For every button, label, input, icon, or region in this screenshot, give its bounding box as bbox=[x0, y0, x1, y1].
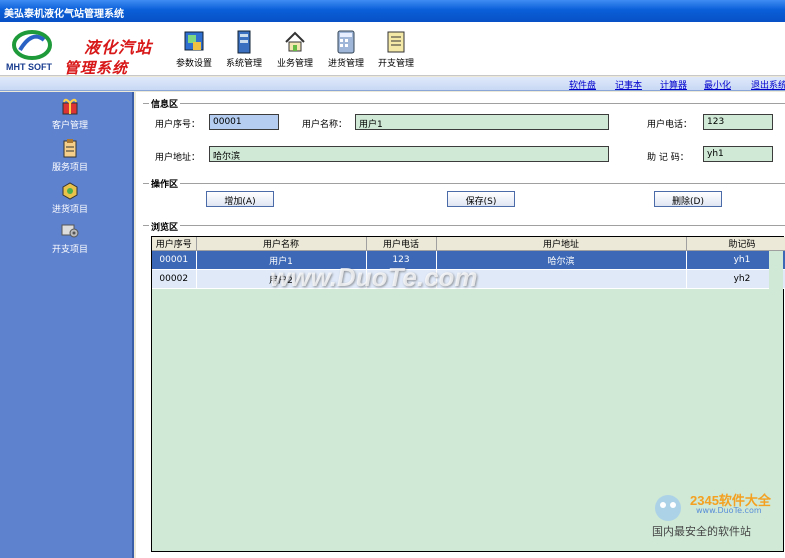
link-minimize[interactable]: 最小化 bbox=[704, 78, 731, 91]
brand-line-1: 液化汽站 bbox=[84, 38, 153, 57]
window-title: 美弘泰机液化气站管理系统 bbox=[4, 9, 124, 20]
watermark-badge-site: www.DuoTe.com bbox=[696, 506, 762, 515]
gear-icon bbox=[61, 224, 79, 238]
toolbar-purchase-management-button[interactable]: 进货管理 bbox=[322, 30, 370, 74]
sidebar-item-services[interactable]: 服务项目 bbox=[40, 138, 100, 173]
sidebar-item-expenses[interactable]: 开支项目 bbox=[40, 220, 100, 255]
mnemonic-code-label: 助 记 码： bbox=[647, 153, 689, 163]
main-panel: 信息区 用户序号： 00001 用户名称： 用户1 用户电话： 123 用户地址… bbox=[136, 92, 785, 558]
ops-group-divider bbox=[143, 183, 785, 184]
sidebar-item-label: 客户管理 bbox=[51, 121, 88, 131]
quick-links-bar: 软件盘 记事本 计算器 最小化 退出系统 bbox=[0, 77, 785, 91]
link-calculator[interactable]: 计算器 bbox=[660, 78, 687, 91]
system-icon bbox=[237, 30, 251, 54]
column-header-user-phone[interactable]: 用户电话 bbox=[366, 237, 437, 251]
sidebar-item-purchases[interactable]: 进货项目 bbox=[40, 180, 100, 215]
table-header-row: 用户序号 用户名称 用户电话 用户地址 助记码 bbox=[152, 237, 785, 251]
link-notepad[interactable]: 记事本 bbox=[615, 78, 642, 91]
user-phone-label: 用户电话： bbox=[647, 120, 693, 130]
toolbar-expense-management-button[interactable]: 开支管理 bbox=[372, 30, 420, 74]
toolbar-label: 参数设置 bbox=[175, 59, 212, 69]
toolbar-label: 进货管理 bbox=[327, 59, 364, 69]
app-header: MHT SOFT 液化汽站 管理系统 参数设置 系统管理 业务管理 进货管理 开… bbox=[0, 22, 785, 77]
link-exit[interactable]: 退出系统 bbox=[751, 78, 785, 91]
ledger-icon bbox=[387, 31, 405, 53]
column-header-mnemonic[interactable]: 助记码 bbox=[686, 237, 785, 251]
box-icon bbox=[62, 182, 78, 200]
toolbar-param-settings-button[interactable]: 参数设置 bbox=[170, 30, 218, 74]
window-titlebar: 美弘泰机液化气站管理系统 bbox=[0, 0, 785, 22]
watermark-text: www.DuoTe.com bbox=[270, 262, 478, 292]
toolbar-business-management-button[interactable]: 业务管理 bbox=[271, 30, 319, 74]
table-cell: 00002 bbox=[152, 269, 197, 289]
link-soft-keyboard[interactable]: 软件盘 bbox=[569, 78, 596, 91]
toolbar-label: 开支管理 bbox=[377, 59, 414, 69]
user-id-field[interactable]: 00001 bbox=[209, 114, 279, 130]
sidebar-item-label: 服务项目 bbox=[51, 163, 88, 173]
ops-group-title: 操作区 bbox=[149, 177, 181, 190]
mascot-icon bbox=[655, 495, 681, 521]
browse-group-title: 浏览区 bbox=[149, 220, 181, 233]
browse-group-divider bbox=[143, 225, 785, 226]
logo-text: MHT SOFT bbox=[6, 62, 52, 72]
settings-icon bbox=[184, 31, 204, 51]
user-address-field[interactable]: 哈尔滨 bbox=[209, 146, 609, 162]
column-header-user-name[interactable]: 用户名称 bbox=[196, 237, 367, 251]
sidebar: 客户管理 服务项目 进货项目 开支项目 bbox=[0, 92, 134, 558]
column-header-user-id[interactable]: 用户序号 bbox=[152, 237, 197, 251]
home-icon bbox=[285, 31, 305, 52]
column-header-user-address[interactable]: 用户地址 bbox=[436, 237, 687, 251]
info-group-title: 信息区 bbox=[149, 97, 181, 110]
user-address-label: 用户地址： bbox=[155, 153, 201, 163]
user-name-label: 用户名称： bbox=[302, 120, 348, 130]
logo: MHT SOFT bbox=[6, 30, 60, 76]
toolbar-label: 系统管理 bbox=[225, 59, 262, 69]
mnemonic-code-field[interactable]: yh1 bbox=[703, 146, 773, 162]
info-group-divider bbox=[143, 103, 785, 104]
user-phone-field[interactable]: 123 bbox=[703, 114, 773, 130]
brand-line-2: 管理系统 bbox=[64, 59, 129, 77]
watermark-slogan: 国内最安全的软件站 bbox=[652, 525, 751, 538]
save-button[interactable]: 保存(S) bbox=[447, 191, 515, 207]
sidebar-item-label: 开支项目 bbox=[51, 245, 88, 255]
calculator-icon bbox=[337, 30, 355, 54]
toolbar-label: 业务管理 bbox=[276, 59, 313, 69]
toolbar-system-management-button[interactable]: 系统管理 bbox=[220, 30, 268, 74]
delete-button[interactable]: 删除(D) bbox=[654, 191, 722, 207]
clipboard-icon bbox=[63, 139, 77, 158]
table-cell: 00001 bbox=[152, 250, 197, 270]
add-button[interactable]: 增加(A) bbox=[206, 191, 274, 207]
user-name-field[interactable]: 用户1 bbox=[355, 114, 609, 130]
sidebar-item-label: 进货项目 bbox=[51, 205, 88, 215]
sidebar-item-customers[interactable]: 客户管理 bbox=[40, 96, 100, 131]
watermark-badge: 2345软件大全 www.DuoTe.com 国内最安全的软件站 bbox=[640, 490, 785, 558]
gift-icon bbox=[62, 98, 78, 115]
user-id-label: 用户序号： bbox=[155, 120, 201, 130]
logo-icon bbox=[12, 30, 52, 60]
